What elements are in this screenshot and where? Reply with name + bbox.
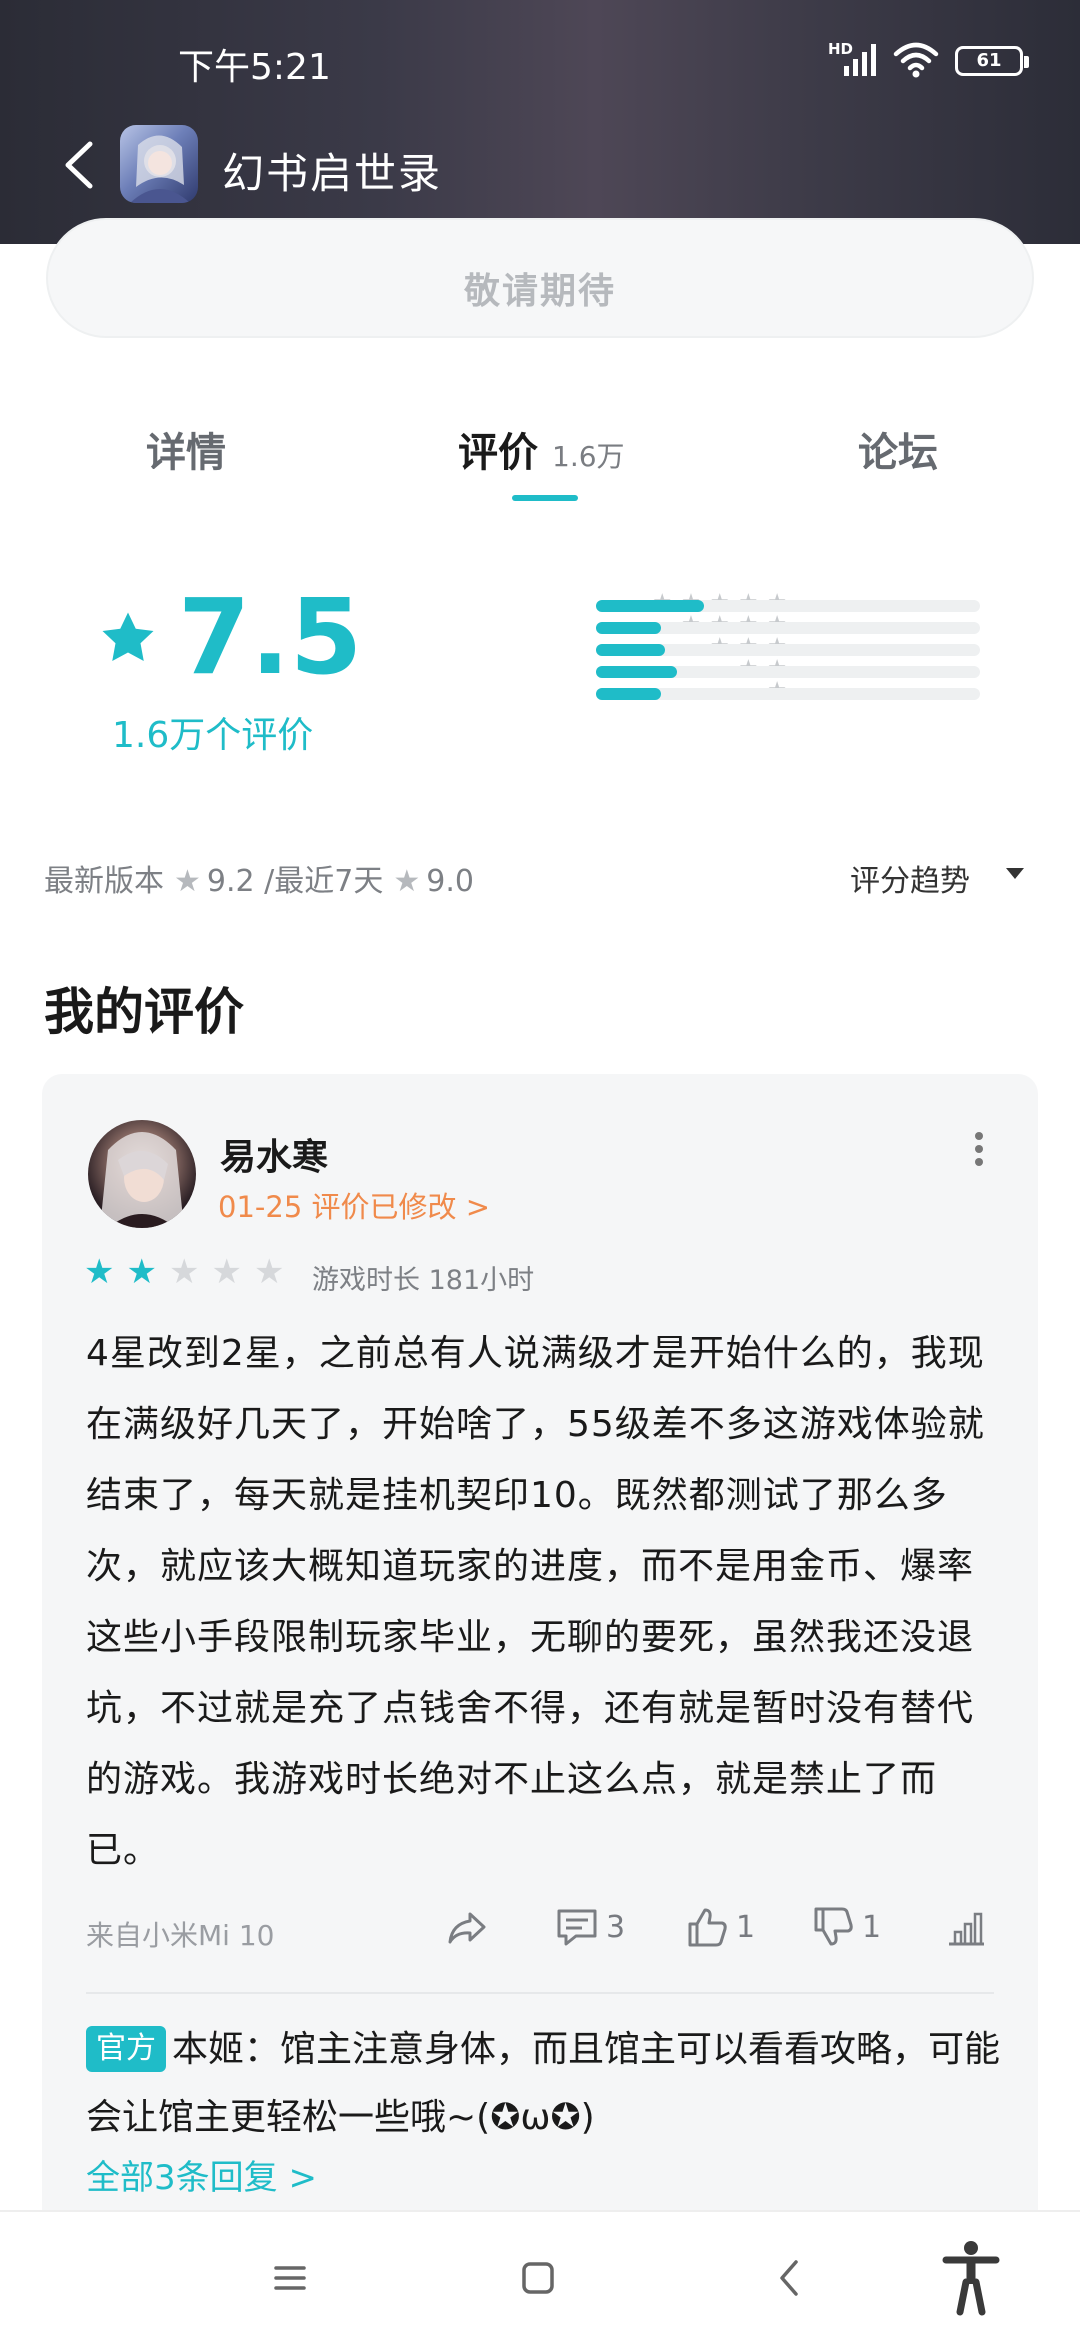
more-icon[interactable] — [972, 1132, 986, 1168]
system-nav-bar — [0, 2210, 1080, 2340]
star-icon: ★ — [126, 1252, 169, 1292]
like-icon — [688, 1908, 727, 1947]
dislike-count: 1 — [862, 1909, 882, 1945]
official-reply: 官方 本姬：馆主注意身体，而且馆主可以看看攻略，可能会让馆主更轻松一些哦~(✪ω✪… — [86, 2016, 1002, 2152]
stats-button[interactable] — [944, 1904, 990, 1954]
comment-count: 3 — [606, 1909, 626, 1945]
official-badge: 官方 — [86, 2026, 166, 2072]
app-icon — [120, 125, 198, 203]
comment-button[interactable]: 3 — [554, 1904, 625, 1954]
user-star-rating: ★★★★★ — [84, 1252, 296, 1292]
rating-distribution-row: ★★★★ — [396, 612, 980, 638]
latest-version-score: 9.2 — [206, 864, 255, 899]
review-text: 4星改到2星，之前总有人说满级才是开始什么的，我现在满级好几天了，开始啥了，55… — [86, 1333, 985, 1871]
all-replies-link[interactable]: 全部3条回复 > — [86, 2150, 317, 2199]
like-count: 1 — [736, 1909, 756, 1945]
divider — [86, 1992, 994, 1994]
battery-level: 61 — [976, 50, 1002, 71]
back-icon[interactable] — [52, 130, 112, 200]
tab-indicator — [512, 495, 578, 501]
review-edited-link[interactable]: 01-25 评价已修改 > — [218, 1184, 490, 1226]
dislike-button[interactable]: 1 — [810, 1904, 881, 1954]
dislike-icon — [814, 1907, 853, 1946]
star-icon — [102, 612, 154, 661]
tab-details[interactable]: 详情 — [146, 420, 226, 478]
tab-forum-label: 论坛 — [858, 430, 938, 476]
reviewer-name[interactable]: 易水寒 — [220, 1128, 328, 1180]
caret-down-icon[interactable] — [1006, 868, 1024, 879]
nav-back-icon[interactable] — [760, 2248, 820, 2308]
rating-score: 7.5 — [178, 576, 363, 698]
rating-bar-fill — [596, 666, 677, 678]
signal-icon — [844, 44, 876, 76]
share-button[interactable] — [444, 1904, 490, 1954]
my-review-title: 我的评价 — [44, 983, 244, 1041]
share-icon — [448, 1912, 486, 1944]
rating-bar-track — [596, 666, 980, 678]
rating-bar-track — [596, 644, 980, 656]
star-icon: ★ — [211, 1252, 254, 1292]
status-bar: 下午5:21 HD 61 — [0, 0, 1080, 120]
status-time: 下午5:21 — [178, 47, 331, 88]
menu-icon[interactable] — [260, 2248, 320, 2308]
tab-reviews-label: 评价 — [458, 430, 538, 476]
star-icon: ★ — [253, 1252, 297, 1292]
recent-label: 最近7天 — [274, 864, 384, 899]
rating-bar-fill — [596, 644, 666, 656]
coming-soon-button[interactable]: 敬请期待 — [46, 218, 1034, 338]
rating-bar-fill — [596, 600, 704, 612]
comment-icon — [557, 1909, 597, 1946]
star-icon: ★ — [84, 1252, 127, 1292]
avatar[interactable] — [88, 1120, 196, 1228]
like-button[interactable]: 1 — [684, 1904, 755, 1954]
rating-distribution-row: ★★★ — [396, 634, 980, 660]
official-reply-text: 本姬：馆主注意身体，而且馆主可以看看攻略，可能会让馆主更轻松一些哦~(✪ω✪) — [86, 2029, 1001, 2138]
accessibility-icon[interactable] — [940, 2238, 1002, 2316]
tab-forum[interactable]: 论坛 — [858, 420, 938, 478]
home-icon[interactable] — [508, 2248, 568, 2308]
app-title: 幻书启世录 — [222, 149, 443, 198]
rating-bar-track — [596, 622, 980, 634]
version-rating-line: 最新版本 ★ 9.2 /最近7天 ★ 9.0 — [44, 856, 474, 900]
rating-trend-dropdown[interactable]: 评分趋势 — [850, 856, 970, 900]
rating-bar-fill — [596, 622, 662, 634]
star-icon: ★ — [174, 864, 201, 899]
tab-reviews[interactable]: 评价 1.6万 — [458, 420, 625, 478]
playtime: 游戏时长 181小时 — [312, 1265, 535, 1296]
chart-icon — [949, 1912, 984, 1946]
app-header: 下午5:21 HD 61 幻书启世录 — [0, 0, 1080, 244]
latest-version-label: 最新版本 — [44, 864, 164, 899]
tab-reviews-count: 1.6万 — [552, 440, 625, 473]
device-label: 来自小米Mi 10 — [86, 1919, 275, 1952]
wifi-icon — [893, 42, 939, 78]
rating-bar-fill — [596, 688, 662, 700]
rating-bar-track — [596, 600, 980, 612]
battery-icon: 61 — [955, 46, 1029, 76]
star-icon: ★ — [393, 864, 421, 899]
rating-distribution-row: ★ — [396, 678, 980, 704]
rating-distribution-row: ★★ — [396, 656, 980, 682]
rating-bar-track — [596, 688, 980, 700]
star-icon: ★ — [168, 1252, 212, 1292]
rating-count: 1.6万个评价 — [112, 715, 314, 756]
recent-score: 9.0 — [426, 864, 474, 899]
tab-details-label: 详情 — [146, 430, 226, 476]
version-separator: / — [264, 864, 275, 899]
